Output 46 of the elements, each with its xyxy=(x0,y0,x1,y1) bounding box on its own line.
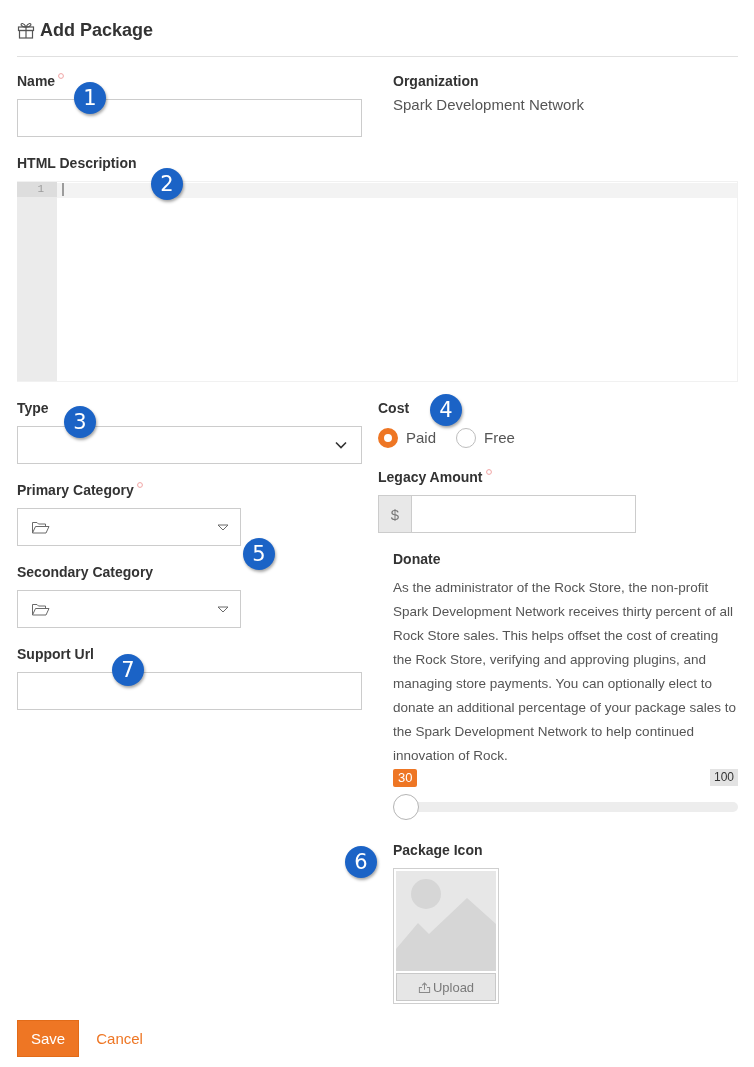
field-label: Primary Category xyxy=(17,481,134,500)
cancel-link[interactable]: Cancel xyxy=(96,1030,143,1047)
image-placeholder-icon xyxy=(396,871,496,971)
field-label: Legacy Amount xyxy=(378,468,483,487)
step-number-marker: 3 xyxy=(64,406,96,438)
field-label: Organization xyxy=(393,72,479,91)
radio-label[interactable]: Free xyxy=(484,428,515,448)
caret-icon xyxy=(217,523,229,531)
caret-icon xyxy=(217,605,229,613)
radio-button[interactable] xyxy=(456,428,477,448)
step-number-marker: 1 xyxy=(74,82,106,114)
text-cursor xyxy=(62,183,64,196)
gift-icon xyxy=(17,21,35,39)
radio-button[interactable] xyxy=(378,428,398,448)
save-button[interactable]: Save xyxy=(17,1020,80,1057)
slider-max-badge: 100 xyxy=(709,769,738,786)
page-title: Add Package xyxy=(40,19,154,42)
chevron-down-icon xyxy=(335,441,347,449)
organization-value: Spark Development Network xyxy=(393,95,585,115)
category-picker[interactable] xyxy=(17,590,241,628)
currency-addon: $ xyxy=(378,495,411,533)
step-number-marker: 6 xyxy=(345,846,377,878)
field-label: HTML Description xyxy=(17,154,137,173)
field-label: Package Icon xyxy=(393,841,483,860)
slider[interactable] xyxy=(393,794,738,820)
field-label: Secondary Category xyxy=(17,563,154,582)
radio-label[interactable]: Paid xyxy=(406,428,437,448)
step-number-marker: 5 xyxy=(243,538,275,570)
field-label: Name xyxy=(17,72,56,91)
step-number-marker: 2 xyxy=(151,168,183,200)
amount-input[interactable] xyxy=(411,495,636,533)
step-number-marker: 7 xyxy=(112,654,144,686)
slider-value-badge: 30 xyxy=(393,769,418,787)
step-number-marker: 4 xyxy=(430,394,462,426)
field-label: Cost xyxy=(378,399,410,418)
upload-icon xyxy=(417,980,431,994)
folder-icon xyxy=(31,520,50,534)
field-label: Type xyxy=(17,399,49,418)
folder-icon xyxy=(31,602,50,616)
field-label: Support Url xyxy=(17,645,94,664)
category-picker[interactable] xyxy=(17,508,241,546)
donate-description: As the administrator of the Rock Store, the non-profit Spark Development Network receives thirty percent of all Rock Store sales. This helps offset the cost of creating the Rock Store, verifying and approving plugins, and managing store payments. You can optionally elect to donate an additional percentage of your package sales to the Spark Development Network to help continued innovation of Rock. xyxy=(393,579,737,765)
upload-button[interactable]: Upload xyxy=(396,973,496,1001)
line-number: 1 xyxy=(17,182,57,197)
slider-handle[interactable] xyxy=(393,794,419,820)
field-label: Donate xyxy=(393,550,441,569)
